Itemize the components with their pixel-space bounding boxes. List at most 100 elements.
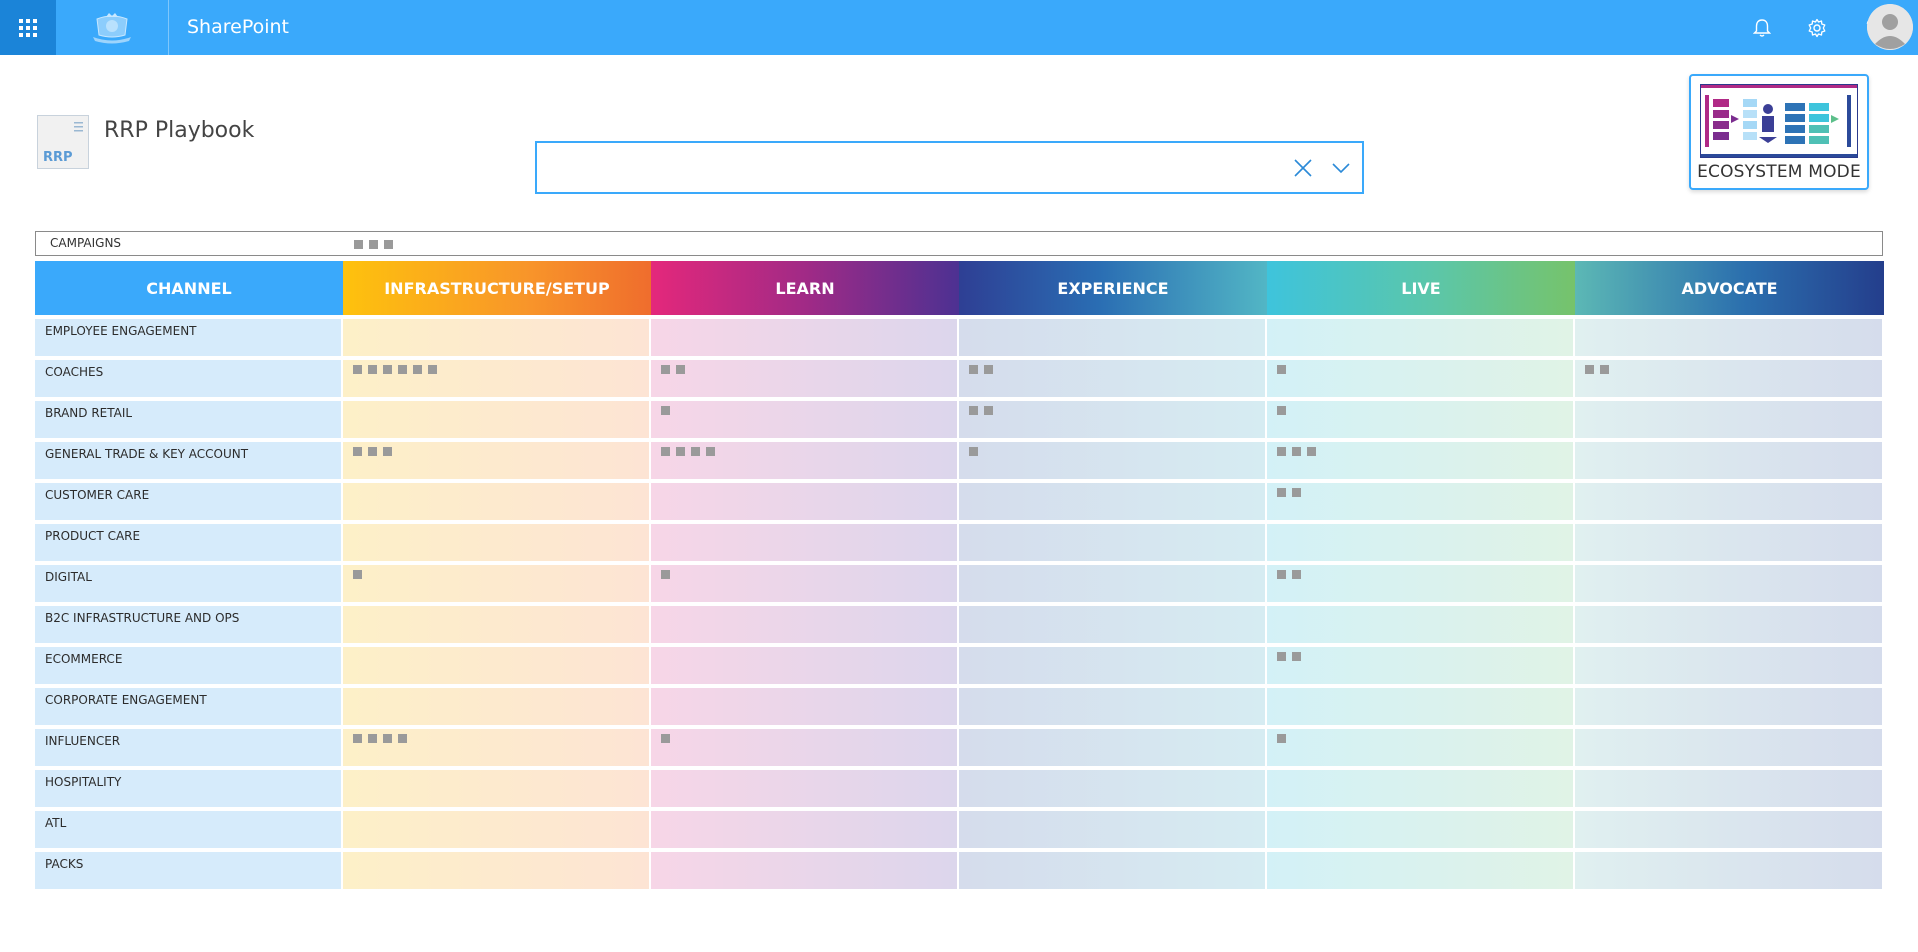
stage-cell-live[interactable] [1267, 811, 1573, 848]
activity-item[interactable] [383, 365, 392, 374]
activity-item[interactable] [1277, 447, 1286, 456]
stage-cell-live[interactable] [1267, 360, 1573, 397]
activity-item[interactable] [1277, 488, 1286, 497]
stage-cell-adv[interactable] [1575, 729, 1882, 766]
column-header-advocate[interactable]: ADVOCATE [1575, 261, 1884, 315]
stage-cell-infra[interactable] [343, 565, 649, 602]
stage-cell-exp[interactable] [959, 483, 1265, 520]
activity-item[interactable] [969, 365, 978, 374]
channel-cell[interactable]: ATL [35, 811, 341, 848]
stage-cell-exp[interactable] [959, 524, 1265, 561]
stage-cell-live[interactable] [1267, 647, 1573, 684]
activity-item[interactable] [984, 365, 993, 374]
stage-cell-live[interactable] [1267, 442, 1573, 479]
channel-cell[interactable]: CUSTOMER CARE [35, 483, 341, 520]
activity-item[interactable] [1292, 488, 1301, 497]
activity-item[interactable] [413, 365, 422, 374]
stage-cell-exp[interactable] [959, 647, 1265, 684]
activity-item[interactable] [1277, 734, 1286, 743]
stage-cell-adv[interactable] [1575, 483, 1882, 520]
stage-cell-live[interactable] [1267, 524, 1573, 561]
stage-cell-exp[interactable] [959, 360, 1265, 397]
column-header-live[interactable]: LIVE [1267, 261, 1575, 315]
channel-cell[interactable]: B2C INFRASTRUCTURE AND OPS [35, 606, 341, 643]
stage-cell-learn[interactable] [651, 606, 957, 643]
stage-cell-exp[interactable] [959, 811, 1265, 848]
stage-cell-exp[interactable] [959, 319, 1265, 356]
stage-cell-learn[interactable] [651, 688, 957, 725]
stage-cell-exp[interactable] [959, 442, 1265, 479]
stage-cell-infra[interactable] [343, 360, 649, 397]
channel-cell[interactable]: GENERAL TRADE & KEY ACCOUNT [35, 442, 341, 479]
stage-cell-live[interactable] [1267, 401, 1573, 438]
stage-cell-learn[interactable] [651, 319, 957, 356]
column-header-learn[interactable]: LEARN [651, 261, 959, 315]
stage-cell-live[interactable] [1267, 483, 1573, 520]
stage-cell-exp[interactable] [959, 729, 1265, 766]
stage-cell-exp[interactable] [959, 852, 1265, 889]
search-combobox[interactable] [535, 141, 1364, 194]
stage-cell-adv[interactable] [1575, 688, 1882, 725]
activity-item[interactable] [353, 365, 362, 374]
channel-cell[interactable]: INFLUENCER [35, 729, 341, 766]
activity-item[interactable] [676, 365, 685, 374]
activity-item[interactable] [353, 734, 362, 743]
activity-item[interactable] [1307, 447, 1316, 456]
campaign-item[interactable] [354, 240, 363, 249]
stage-cell-infra[interactable] [343, 442, 649, 479]
channel-cell[interactable]: CORPORATE ENGAGEMENT [35, 688, 341, 725]
stage-cell-exp[interactable] [959, 401, 1265, 438]
campaign-item[interactable] [384, 240, 393, 249]
stage-cell-learn[interactable] [651, 565, 957, 602]
stage-cell-live[interactable] [1267, 729, 1573, 766]
stage-cell-infra[interactable] [343, 688, 649, 725]
stage-cell-exp[interactable] [959, 565, 1265, 602]
stage-cell-infra[interactable] [343, 319, 649, 356]
activity-item[interactable] [1277, 406, 1286, 415]
stage-cell-adv[interactable] [1575, 606, 1882, 643]
stage-cell-live[interactable] [1267, 852, 1573, 889]
activity-item[interactable] [984, 406, 993, 415]
stage-cell-exp[interactable] [959, 770, 1265, 807]
activity-item[interactable] [676, 447, 685, 456]
clear-button[interactable] [1292, 157, 1314, 179]
activity-item[interactable] [661, 734, 670, 743]
activity-item[interactable] [398, 734, 407, 743]
stage-cell-learn[interactable] [651, 442, 957, 479]
ecosystem-mode-button[interactable]: ECOSYSTEM MODE [1689, 74, 1869, 190]
stage-cell-live[interactable] [1267, 688, 1573, 725]
stage-cell-exp[interactable] [959, 606, 1265, 643]
stage-cell-infra[interactable] [343, 483, 649, 520]
activity-item[interactable] [428, 365, 437, 374]
stage-cell-infra[interactable] [343, 524, 649, 561]
stage-cell-live[interactable] [1267, 770, 1573, 807]
stage-cell-learn[interactable] [651, 770, 957, 807]
stage-cell-live[interactable] [1267, 565, 1573, 602]
stage-cell-learn[interactable] [651, 401, 957, 438]
stage-cell-adv[interactable] [1575, 852, 1882, 889]
activity-item[interactable] [1277, 570, 1286, 579]
site-logo[interactable]: RRP [37, 115, 89, 169]
activity-item[interactable] [368, 734, 377, 743]
stage-cell-adv[interactable] [1575, 524, 1882, 561]
activity-item[interactable] [353, 447, 362, 456]
channel-cell[interactable]: HOSPITALITY [35, 770, 341, 807]
stage-cell-infra[interactable] [343, 729, 649, 766]
stage-cell-adv[interactable] [1575, 319, 1882, 356]
stage-cell-adv[interactable] [1575, 401, 1882, 438]
column-header-infrastructure[interactable]: INFRASTRUCTURE/SETUP [343, 261, 651, 315]
stage-cell-adv[interactable] [1575, 360, 1882, 397]
site-title[interactable]: RRP Playbook [104, 118, 254, 143]
activity-item[interactable] [1585, 365, 1594, 374]
stage-cell-adv[interactable] [1575, 811, 1882, 848]
stage-cell-learn[interactable] [651, 811, 957, 848]
user-avatar[interactable] [1867, 4, 1913, 50]
activity-item[interactable] [1600, 365, 1609, 374]
channel-cell[interactable]: ECOMMERCE [35, 647, 341, 684]
activity-item[interactable] [691, 447, 700, 456]
column-header-experience[interactable]: EXPERIENCE [959, 261, 1267, 315]
settings-button[interactable] [1797, 0, 1837, 55]
channel-cell[interactable]: COACHES [35, 360, 341, 397]
channel-cell[interactable]: PACKS [35, 852, 341, 889]
activity-item[interactable] [969, 406, 978, 415]
